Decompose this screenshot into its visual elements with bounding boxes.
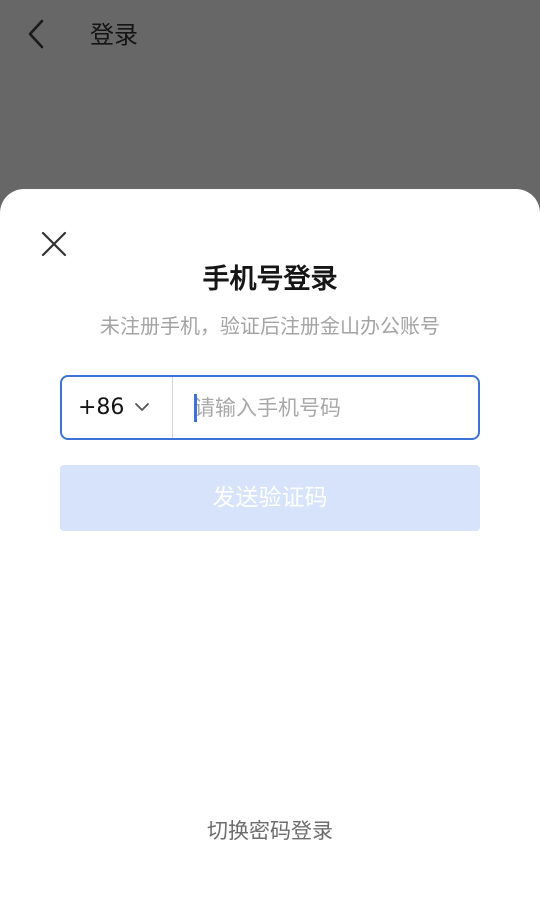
login-sheet: 手机号登录 未注册手机，验证后注册金山办公账号 +86 发送验证码 切换密码登录 xyxy=(0,189,540,924)
chevron-down-icon xyxy=(135,403,149,411)
phone-number-input[interactable] xyxy=(184,377,474,438)
sheet-subtitle: 未注册手机，验证后注册金山办公账号 xyxy=(100,314,440,338)
country-code-value: +86 xyxy=(78,395,125,420)
phone-input-group: +86 xyxy=(60,375,480,440)
send-code-button[interactable]: 发送验证码 xyxy=(60,465,480,531)
close-button[interactable] xyxy=(38,228,70,260)
text-cursor xyxy=(194,394,197,422)
sheet-title: 手机号登录 xyxy=(202,264,338,295)
back-button[interactable] xyxy=(22,16,54,52)
close-icon xyxy=(41,231,67,257)
country-code-select[interactable]: +86 xyxy=(62,377,172,438)
chevron-left-icon xyxy=(28,19,44,49)
divider xyxy=(172,377,173,438)
page-title: 登录 xyxy=(90,21,138,49)
switch-password-login-link[interactable]: 切换密码登录 xyxy=(0,816,540,846)
top-bar: 登录 xyxy=(0,0,540,70)
